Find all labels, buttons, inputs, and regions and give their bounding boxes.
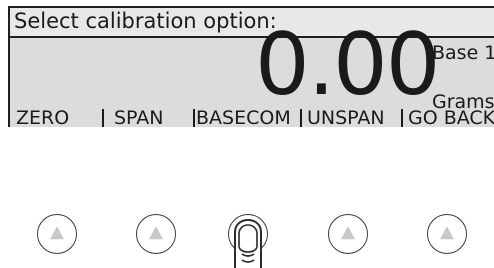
up-arrow-icon	[341, 226, 355, 240]
softkey-button-unspan[interactable]	[328, 214, 368, 254]
softkey-separator	[300, 109, 302, 127]
softkey-label-row: ZERO SPAN BASECOM UNSPAN GO BACK	[10, 107, 494, 127]
softkey-label-unspan: UNSPAN	[307, 107, 385, 127]
softkey-separator	[102, 109, 104, 127]
base-label: Base 1	[432, 42, 494, 64]
softkey-separator	[193, 109, 195, 127]
lcd-display: Select calibration option: 0.00 Base 1 G…	[8, 6, 494, 127]
softkey-label-go-back: GO BACK	[408, 107, 494, 127]
softkey-button-zero[interactable]	[37, 214, 77, 254]
up-arrow-icon	[440, 226, 454, 240]
up-arrow-icon	[50, 226, 64, 240]
softkey-label-span: SPAN	[114, 107, 164, 127]
prompt-text: Select calibration option:	[14, 9, 277, 33]
softkey-separator	[401, 109, 403, 127]
up-arrow-icon	[149, 226, 163, 240]
weight-reading: 0.00	[255, 15, 440, 115]
softkey-button-span[interactable]	[136, 214, 176, 254]
softkey-label-basecom: BASECOM	[196, 107, 291, 127]
softkey-label-zero: ZERO	[16, 107, 70, 127]
softkey-button-go-back[interactable]	[427, 214, 467, 254]
finger-press-icon	[234, 219, 262, 268]
